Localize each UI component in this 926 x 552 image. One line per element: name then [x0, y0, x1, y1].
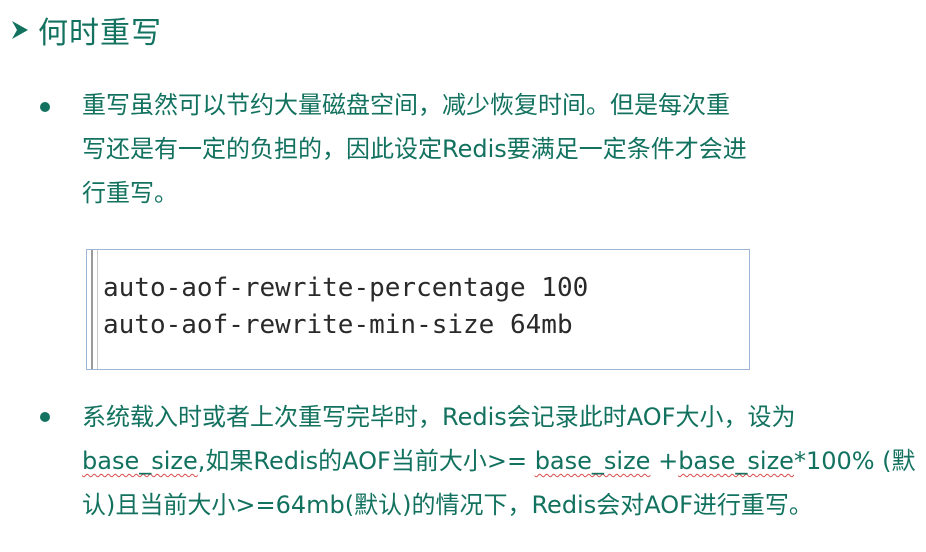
- bullet-dot: [40, 102, 50, 112]
- config-code: auto-aof-rewrite-percentage 100 auto-aof…: [103, 270, 588, 344]
- paragraph-line: 系统载入时或者上次重写完毕时，Redis会记录此时AOF大小，设为: [82, 403, 796, 431]
- bullet-dot: [40, 412, 50, 422]
- paragraph-rewrite-intro: 重写虽然可以节约大量磁盘空间，减少恢复时间。但是每次重 写还是有一定的负担的，因…: [82, 83, 912, 215]
- page-title: 何时重写: [38, 16, 162, 51]
- config-code-block: auto-aof-rewrite-percentage 100 auto-aof…: [86, 249, 750, 370]
- term-base-size: base_size: [534, 447, 651, 475]
- paragraph-line: base_size,如果Redis的AOF当前大小>= base_size +b…: [82, 439, 916, 483]
- config-line-percentage: auto-aof-rewrite-percentage 100: [103, 273, 589, 303]
- paragraph-line: 重写虽然可以节约大量磁盘空间，减少恢复时间。但是每次重: [82, 91, 730, 119]
- config-line-min-size: auto-aof-rewrite-min-size 64mb: [103, 310, 573, 340]
- paragraph-line: 写还是有一定的负担的，因此设定Redis要满足一定条件才会进: [82, 135, 747, 163]
- term-base-size: base_size: [678, 447, 794, 475]
- text-segment: +: [650, 447, 679, 475]
- code-gutter: [91, 250, 98, 369]
- arrow-bullet-icon: [8, 15, 32, 45]
- paragraph-line: 行重写。: [82, 179, 178, 207]
- section-heading: 何时重写: [8, 8, 162, 52]
- term-base-size: base_size: [82, 447, 198, 475]
- paragraph-rewrite-condition: 系统载入时或者上次重写完毕时，Redis会记录此时AOF大小，设为 base_s…: [82, 395, 916, 527]
- paragraph-line: 认)且当前大小>=64mb(默认)的情况下，Redis会对AOF进行重写。: [82, 491, 813, 519]
- text-segment: ,如果Redis的AOF当前大小>=: [197, 447, 535, 475]
- text-segment: *100% (默: [793, 447, 916, 475]
